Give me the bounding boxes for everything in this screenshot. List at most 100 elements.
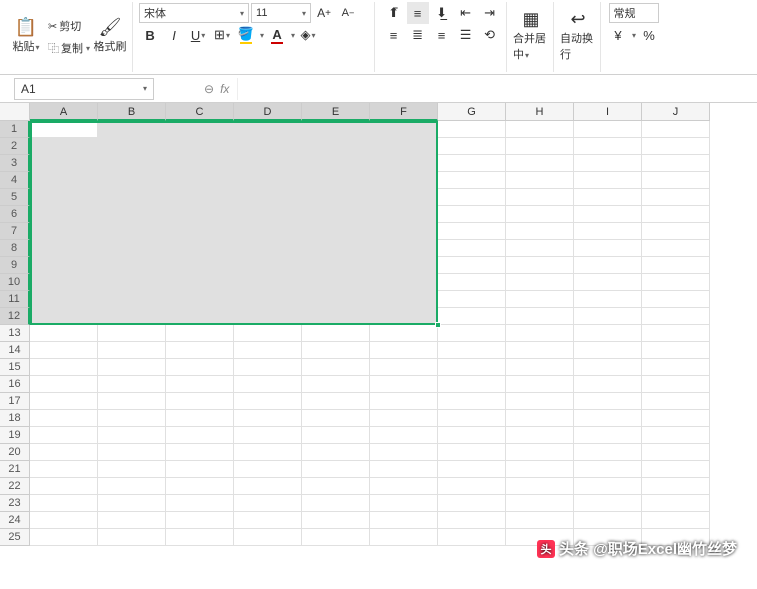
wrap-text-button[interactable]: ↩ 自动换行 (560, 2, 596, 68)
font-size-combo[interactable]: 11▾ (251, 3, 311, 23)
cell[interactable] (302, 359, 370, 376)
cell[interactable] (642, 495, 710, 512)
cell[interactable] (234, 206, 302, 223)
cell[interactable] (234, 529, 302, 546)
cell[interactable] (98, 325, 166, 342)
cell[interactable] (438, 291, 506, 308)
cell[interactable] (234, 325, 302, 342)
cell[interactable] (506, 410, 574, 427)
cell[interactable] (438, 121, 506, 138)
cell[interactable] (574, 172, 642, 189)
cell[interactable] (438, 223, 506, 240)
percent-button[interactable]: % (638, 24, 660, 46)
column-header[interactable]: E (302, 103, 370, 121)
cell[interactable] (574, 393, 642, 410)
column-header[interactable]: G (438, 103, 506, 121)
cell[interactable] (98, 121, 166, 138)
cell[interactable] (642, 223, 710, 240)
align-right-button[interactable]: ≡ (431, 24, 453, 46)
cell[interactable] (506, 495, 574, 512)
cell[interactable] (166, 495, 234, 512)
cell[interactable] (642, 393, 710, 410)
select-all-corner[interactable] (0, 103, 30, 121)
cell[interactable] (98, 529, 166, 546)
cell[interactable] (30, 427, 98, 444)
cell[interactable] (166, 410, 234, 427)
cell[interactable] (370, 308, 438, 325)
cell[interactable] (234, 240, 302, 257)
cell[interactable] (166, 240, 234, 257)
italic-button[interactable]: I (163, 24, 185, 46)
cell[interactable] (166, 376, 234, 393)
row-header[interactable]: 10 (0, 274, 30, 291)
row-header[interactable]: 3 (0, 155, 30, 172)
cell[interactable] (302, 274, 370, 291)
cell[interactable] (234, 223, 302, 240)
decrease-font-button[interactable]: A− (337, 2, 359, 24)
cell[interactable] (506, 359, 574, 376)
cell[interactable] (574, 359, 642, 376)
cell[interactable] (98, 206, 166, 223)
row-header[interactable]: 1 (0, 121, 30, 138)
cell[interactable] (98, 223, 166, 240)
cell[interactable] (98, 274, 166, 291)
cell[interactable] (30, 478, 98, 495)
cell[interactable] (438, 529, 506, 546)
column-header[interactable]: B (98, 103, 166, 121)
cell[interactable] (438, 376, 506, 393)
cell[interactable] (98, 427, 166, 444)
cell[interactable] (370, 257, 438, 274)
cell[interactable] (574, 274, 642, 291)
cell[interactable] (438, 444, 506, 461)
bold-button[interactable]: B (139, 24, 161, 46)
cell[interactable] (234, 461, 302, 478)
cell[interactable] (370, 138, 438, 155)
cell[interactable] (506, 223, 574, 240)
cell[interactable] (30, 291, 98, 308)
fill-handle[interactable] (435, 322, 441, 328)
cell[interactable] (574, 308, 642, 325)
row-header[interactable]: 19 (0, 427, 30, 444)
cell[interactable] (234, 393, 302, 410)
cell[interactable] (642, 376, 710, 393)
column-header[interactable]: I (574, 103, 642, 121)
cell[interactable] (98, 512, 166, 529)
cell[interactable] (438, 495, 506, 512)
row-header[interactable]: 17 (0, 393, 30, 410)
cell[interactable] (166, 274, 234, 291)
cell[interactable] (98, 240, 166, 257)
cell[interactable] (234, 155, 302, 172)
cell[interactable] (642, 274, 710, 291)
cell[interactable] (234, 359, 302, 376)
cell[interactable] (642, 257, 710, 274)
cell[interactable] (574, 512, 642, 529)
increase-font-button[interactable]: A+ (313, 2, 335, 24)
cell[interactable] (642, 189, 710, 206)
cell[interactable] (438, 512, 506, 529)
cell[interactable] (506, 189, 574, 206)
cell[interactable] (574, 240, 642, 257)
cell[interactable] (30, 138, 98, 155)
cell[interactable] (574, 495, 642, 512)
cell[interactable] (642, 359, 710, 376)
phonetic-button[interactable]: ◈▾ (297, 24, 319, 46)
cell[interactable] (506, 291, 574, 308)
cell[interactable] (30, 529, 98, 546)
cell[interactable] (506, 461, 574, 478)
cell[interactable] (166, 308, 234, 325)
cell[interactable] (370, 512, 438, 529)
cell[interactable] (574, 461, 642, 478)
cell[interactable] (166, 206, 234, 223)
cell[interactable] (642, 291, 710, 308)
cell[interactable] (234, 376, 302, 393)
cell[interactable] (438, 410, 506, 427)
cell[interactable] (30, 359, 98, 376)
column-header[interactable]: H (506, 103, 574, 121)
cell[interactable] (302, 291, 370, 308)
cell[interactable] (234, 172, 302, 189)
row-header[interactable]: 9 (0, 257, 30, 274)
cell[interactable] (166, 427, 234, 444)
cell[interactable] (506, 342, 574, 359)
cell[interactable] (370, 206, 438, 223)
cell[interactable] (438, 427, 506, 444)
